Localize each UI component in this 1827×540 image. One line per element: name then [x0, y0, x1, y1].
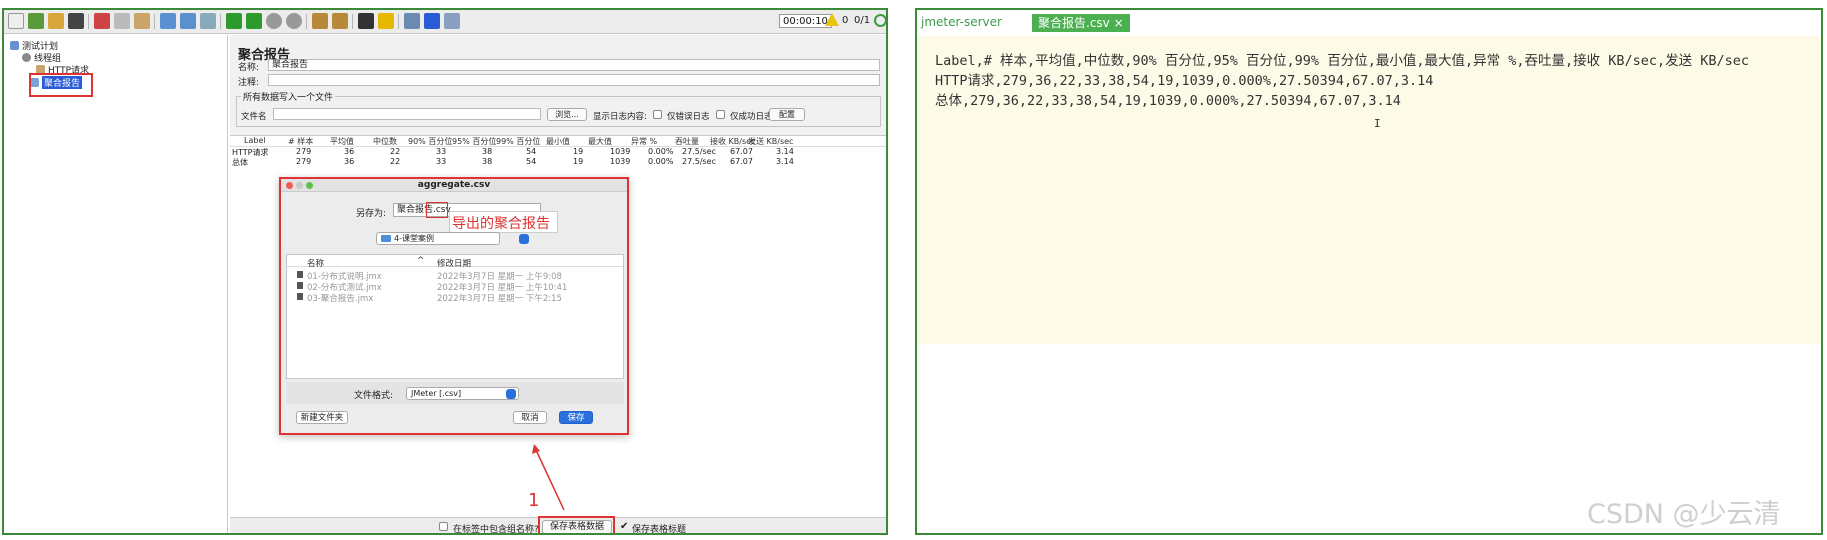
- editor-line-3: 总体,279,36,22,33,38,54,19,1039,0.000%,27.…: [935, 93, 1401, 109]
- tab-file-label: 聚合报告.csv: [1038, 16, 1110, 30]
- annotation-arrow: [532, 444, 565, 511]
- editor-area[interactable]: Label,# 样本,平均值,中位数,90% 百分位,95% 百分位,99% 百…: [917, 36, 1821, 344]
- jmeter-window: 00:00:10 0 0/1 测试计划 线程组 HTTP请求 聚合报告 聚合报告…: [2, 8, 888, 535]
- close-tab-icon[interactable]: ×: [1114, 16, 1124, 30]
- arrow-head: [532, 444, 540, 454]
- tab-jmeter-server[interactable]: jmeter-server: [921, 15, 1002, 29]
- tab-csv-file[interactable]: 聚合报告.csv ×: [1032, 14, 1130, 32]
- arrow-line: [535, 449, 565, 511]
- editor-line-1: Label,# 样本,平均值,中位数,90% 百分位,95% 百分位,99% 百…: [935, 53, 1750, 69]
- editor-line-2: HTTP请求,279,36,22,33,38,54,19,1039,0.000%…: [935, 73, 1434, 89]
- editor-window: jmeter-server 聚合报告.csv × Label,# 样本,平均值,…: [915, 8, 1823, 535]
- watermark: CSDN @少云清: [1587, 499, 1781, 530]
- step-number: 1: [528, 490, 540, 511]
- text-cursor-icon: I: [1374, 117, 1381, 130]
- tab-bar: jmeter-server 聚合报告.csv ×: [917, 10, 1821, 34]
- save-button-highlight-box: [538, 516, 615, 533]
